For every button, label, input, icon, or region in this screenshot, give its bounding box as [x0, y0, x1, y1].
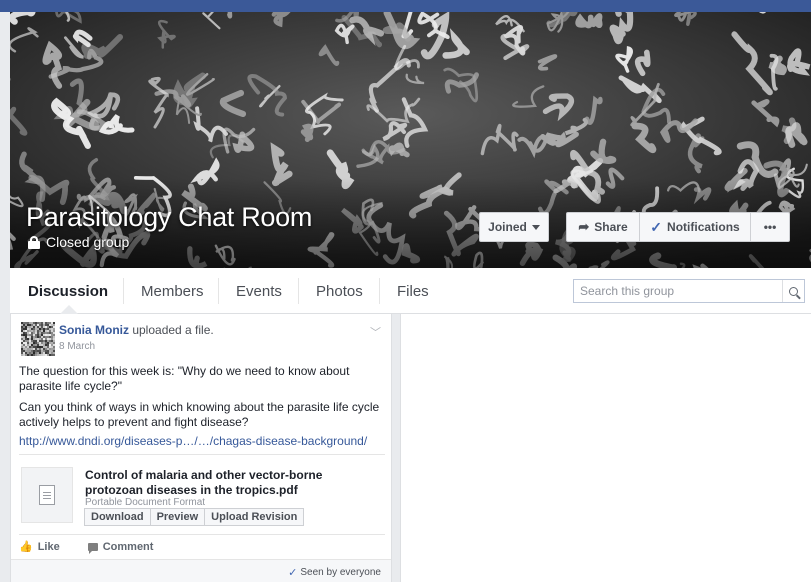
- lock-icon: [28, 235, 40, 249]
- tab-divider: [379, 278, 380, 304]
- document-icon: [39, 485, 55, 505]
- left-strip: [0, 12, 10, 582]
- file-thumbnail[interactable]: [21, 467, 73, 523]
- file-actions: Download Preview Upload Revision: [84, 508, 305, 526]
- caret-down-icon: [531, 224, 540, 230]
- seen-row: ✓ Seen by everyone: [11, 559, 391, 582]
- post-card: Sonia Moniz uploaded a file. 8 March ﹀ T…: [10, 314, 392, 582]
- post-date[interactable]: 8 March: [59, 341, 95, 352]
- avatar-image: [21, 322, 55, 356]
- post-action-text: uploaded a file.: [129, 323, 214, 337]
- avatar[interactable]: [21, 322, 55, 356]
- group-privacy: Closed group: [28, 234, 129, 250]
- file-name[interactable]: Control of malaria and other vector-born…: [85, 468, 375, 498]
- seen-label: Seen by everyone: [300, 567, 381, 578]
- comment-label: Comment: [102, 540, 154, 553]
- preview-button[interactable]: Preview: [149, 508, 206, 526]
- top-bar: [0, 0, 811, 12]
- share-button[interactable]: ➦ Share: [566, 212, 640, 242]
- divider: [19, 534, 385, 535]
- check-icon: ✓: [288, 567, 298, 579]
- joined-button[interactable]: Joined: [479, 212, 549, 242]
- divider: [19, 454, 385, 455]
- tab-photos[interactable]: Photos: [316, 268, 363, 314]
- search-icon: [789, 286, 798, 296]
- file-type: Portable Document Format: [85, 497, 206, 508]
- notifications-button[interactable]: ✓ Notifications: [639, 212, 751, 242]
- post-options-chevron-icon[interactable]: ﹀: [370, 324, 381, 340]
- notifications-label: Notifications: [667, 220, 740, 234]
- group-title[interactable]: Parasitology Chat Room: [26, 202, 312, 233]
- tab-divider: [218, 278, 219, 304]
- share-label: Share: [594, 220, 628, 234]
- tab-divider: [298, 278, 299, 304]
- group-privacy-label: Closed group: [46, 234, 130, 250]
- post-text-prompt: Can you think of ways in which knowing a…: [19, 400, 380, 429]
- like-label: Like: [37, 540, 60, 553]
- check-icon: ✓: [650, 218, 663, 235]
- tab-files[interactable]: Files: [397, 268, 429, 314]
- group-nav: Discussion Members Events Photos Files: [10, 268, 811, 314]
- upload-revision-button[interactable]: Upload Revision: [204, 508, 305, 526]
- seen-indicator[interactable]: ✓ Seen by everyone: [288, 566, 381, 579]
- post-actions: 👍 Like Comment: [19, 540, 154, 554]
- active-tab-indicator: [60, 305, 78, 314]
- comment-button[interactable]: Comment: [87, 540, 154, 554]
- more-options-button[interactable]: •••: [750, 212, 790, 242]
- tab-events[interactable]: Events: [236, 268, 282, 314]
- joined-label: Joined: [488, 220, 527, 234]
- search-button[interactable]: [782, 280, 804, 302]
- like-button[interactable]: 👍 Like: [19, 540, 60, 554]
- group-search: [573, 279, 805, 303]
- post-text-question: The question for this week is: "Why do w…: [19, 364, 350, 393]
- post-author-name[interactable]: Sonia Moniz: [59, 323, 129, 337]
- tab-divider: [123, 278, 124, 304]
- post-link[interactable]: http://www.dndi.org/diseases-p…/…/chagas…: [19, 434, 389, 449]
- comment-icon: [87, 542, 98, 554]
- search-input[interactable]: [574, 280, 774, 302]
- right-pane: [400, 314, 811, 582]
- share-arrow-icon: ➦: [578, 219, 590, 234]
- thumbs-up-icon: 👍: [19, 541, 33, 553]
- more-label: •••: [763, 220, 777, 234]
- download-button[interactable]: Download: [84, 508, 151, 526]
- tab-members[interactable]: Members: [141, 268, 204, 314]
- post-header: Sonia Moniz uploaded a file.: [59, 323, 214, 337]
